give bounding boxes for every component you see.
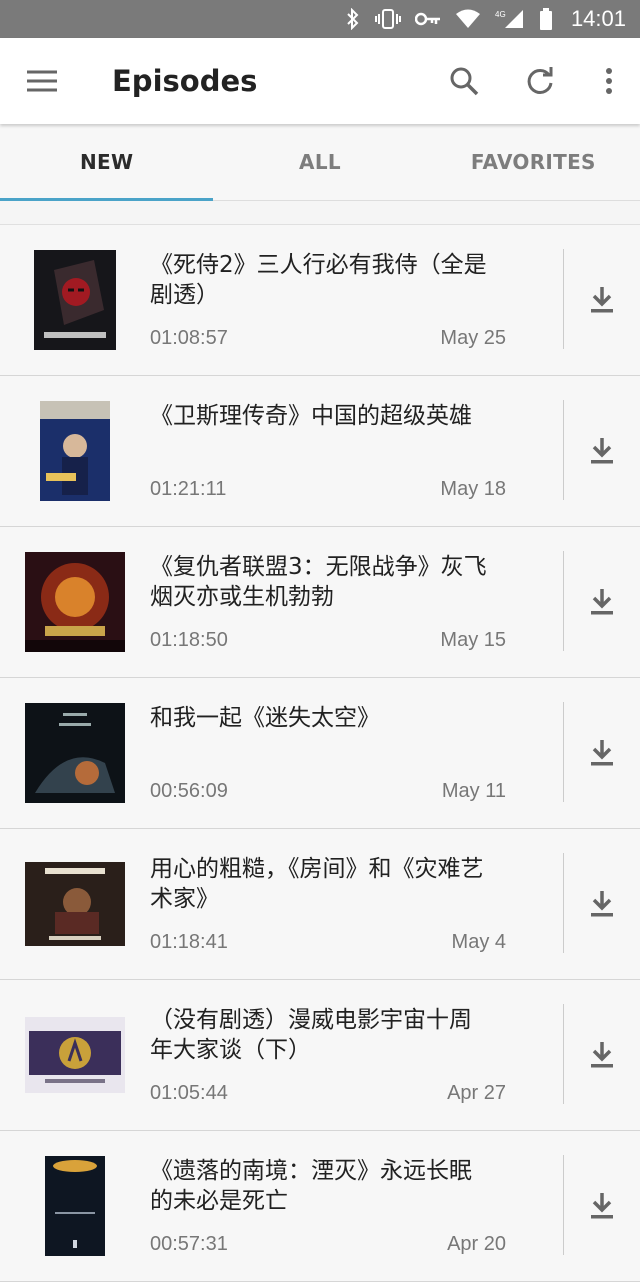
vibrate-icon [374, 8, 401, 30]
row-divider [563, 551, 564, 651]
episode-title: 《死侍2》三人行必有我侍（全是剧透） [150, 252, 487, 308]
episode-row[interactable]: （没有剧透）漫威电影宇宙十周年大家谈（下） 01:05:44 Apr 27 [0, 980, 640, 1131]
search-icon [450, 67, 479, 96]
bluetooth-icon [345, 8, 361, 30]
key-icon [414, 11, 441, 27]
episode-title: 和我一起《迷失太空》 [150, 705, 380, 731]
episode-title: 《卫斯理传奇》中国的超级英雄 [150, 403, 472, 429]
episode-date: Apr 20 [447, 1233, 506, 1255]
episode-title: 《遗落的南境：湮灭》永远长眠的未必是死亡 [150, 1158, 472, 1214]
episode-title: 用心的粗糙，《房间》和《灾难艺术家》 [150, 856, 484, 912]
lost-in-space-poster-thumbnail [25, 703, 125, 803]
episode-date: May 15 [440, 629, 506, 651]
download-icon [591, 1042, 613, 1068]
download-button[interactable] [564, 829, 640, 979]
episode-title: 《复仇者联盟3：无限战争》灰飞烟灭亦或生机勃勃 [150, 554, 487, 610]
episode-row[interactable]: 用心的粗糙，《房间》和《灾难艺术家》 01:18:41 May 4 [0, 829, 640, 980]
episode-date: Apr 27 [447, 1082, 506, 1104]
episode-duration: 01:05:44 [150, 1082, 228, 1104]
episode-date: May 25 [440, 327, 506, 349]
refresh-icon [527, 67, 553, 94]
status-time: 14:01 [570, 6, 626, 31]
row-divider [563, 249, 564, 349]
row-divider [563, 702, 564, 802]
download-button[interactable] [564, 1131, 640, 1281]
tab-bar: NEW ALL FAVORITES [0, 124, 640, 201]
episode-duration: 00:57:31 [150, 1233, 228, 1255]
tab-favorites[interactable]: FAVORITES [427, 124, 640, 200]
active-tab-indicator [0, 198, 213, 201]
episode-duration: 01:18:50 [150, 629, 228, 651]
episode-list: 《死侍2》三人行必有我侍（全是剧透） 01:08:57 May 25 《卫斯理传… [0, 224, 640, 1282]
episode-date: May 4 [451, 931, 506, 953]
episode-duration: 00:56:09 [150, 780, 228, 802]
status-bar: 4G 14:01 [0, 0, 640, 38]
episode-duration: 01:18:41 [150, 931, 228, 953]
download-icon [591, 740, 613, 766]
download-button[interactable] [564, 980, 640, 1130]
refresh-button[interactable] [502, 38, 578, 124]
download-icon [591, 1193, 613, 1219]
wifi-icon [455, 9, 481, 29]
download-button[interactable] [564, 225, 640, 375]
download-button[interactable] [564, 678, 640, 828]
download-icon [591, 891, 613, 917]
episode-date: May 11 [441, 780, 506, 802]
row-divider [563, 400, 564, 500]
episode-row[interactable]: 和我一起《迷失太空》 00:56:09 May 11 [0, 678, 640, 829]
more-vert-icon [606, 68, 612, 94]
row-divider [563, 1155, 564, 1255]
menu-icon [27, 70, 57, 92]
annihilation-poster-thumbnail [45, 1156, 105, 1256]
row-divider [563, 1004, 564, 1104]
more-options-button[interactable] [578, 38, 640, 124]
network-type: 4G [495, 10, 506, 19]
episode-duration: 01:08:57 [150, 327, 228, 349]
download-icon [591, 589, 613, 615]
deadpool-poster-thumbnail [34, 250, 116, 350]
episode-row[interactable]: 《遗落的南境：湮灭》永远长眠的未必是死亡 00:57:31 Apr 20 [0, 1131, 640, 1282]
episode-title: （没有剧透）漫威电影宇宙十周年大家谈（下） [150, 1007, 472, 1063]
download-button[interactable] [564, 527, 640, 677]
tab-new[interactable]: NEW [0, 124, 213, 200]
wisely-poster-thumbnail [40, 401, 110, 501]
page-title: Episodes [112, 64, 258, 98]
download-icon [591, 287, 613, 313]
episode-row[interactable]: 《复仇者联盟3：无限战争》灰飞烟灭亦或生机勃勃 01:18:50 May 15 [0, 527, 640, 678]
cell-signal-icon: 4G [495, 8, 525, 30]
episode-row[interactable]: 《死侍2》三人行必有我侍（全是剧透） 01:08:57 May 25 [0, 224, 640, 376]
episode-duration: 01:21:11 [150, 478, 227, 500]
spirit-awards-poster-thumbnail [25, 862, 125, 946]
search-button[interactable] [426, 38, 502, 124]
battery-icon [539, 8, 553, 30]
menu-button[interactable] [0, 38, 84, 124]
row-divider [563, 853, 564, 953]
app-bar: Episodes [0, 38, 640, 124]
download-button[interactable] [564, 376, 640, 526]
avengers-infinity-war-poster-thumbnail [25, 552, 125, 652]
episode-row[interactable]: 《卫斯理传奇》中国的超级英雄 01:21:11 May 18 [0, 376, 640, 527]
marvel-10-years-poster-thumbnail [25, 1017, 125, 1093]
download-icon [591, 438, 613, 464]
episode-date: May 18 [440, 478, 506, 500]
tab-all[interactable]: ALL [213, 124, 426, 200]
